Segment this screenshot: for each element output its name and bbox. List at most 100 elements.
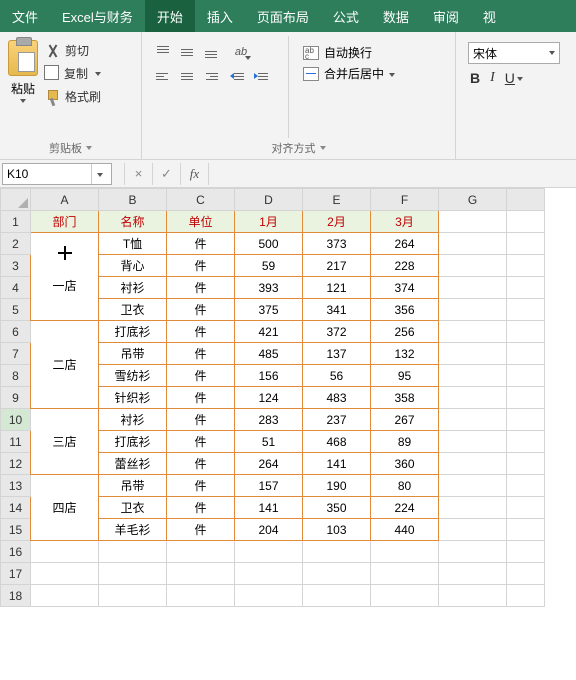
formula-enter-button[interactable]: ✓ [152,163,180,185]
data-cell[interactable]: 吊带 [99,475,167,497]
cell[interactable] [507,277,545,299]
table-header-cell[interactable]: 3月 [371,211,439,233]
cell[interactable] [439,409,507,431]
data-cell[interactable]: 264 [235,453,303,475]
data-cell[interactable]: 件 [167,343,235,365]
dialog-launcher-icon[interactable] [320,146,326,150]
data-cell[interactable]: 137 [303,343,371,365]
data-cell[interactable]: 421 [235,321,303,343]
cell[interactable] [507,519,545,541]
align-center-button[interactable] [176,66,198,86]
row-header[interactable]: 18 [1,585,31,607]
row-header[interactable]: 9 [1,387,31,409]
data-cell[interactable]: 121 [303,277,371,299]
decrease-indent-button[interactable] [230,66,252,86]
dept-cell[interactable]: 二店 [31,321,99,409]
cell[interactable] [507,409,545,431]
cell[interactable] [439,431,507,453]
cell[interactable] [303,541,371,563]
data-cell[interactable]: 95 [371,365,439,387]
cell[interactable] [31,563,99,585]
data-cell[interactable]: 吊带 [99,343,167,365]
data-cell[interactable]: 204 [235,519,303,541]
row-header[interactable]: 2 [1,233,31,255]
cell[interactable] [439,255,507,277]
cell[interactable] [167,541,235,563]
font-name-select[interactable]: 宋体 [468,42,560,64]
cell[interactable] [99,541,167,563]
cell[interactable] [507,233,545,255]
data-cell[interactable]: 件 [167,453,235,475]
row-header[interactable]: 8 [1,365,31,387]
cell[interactable] [507,541,545,563]
data-cell[interactable]: T恤 [99,233,167,255]
data-cell[interactable]: 264 [371,233,439,255]
data-cell[interactable]: 羊毛衫 [99,519,167,541]
table-header-cell[interactable]: 单位 [167,211,235,233]
align-right-button[interactable] [200,66,222,86]
cell[interactable] [235,563,303,585]
row-header[interactable]: 11 [1,431,31,453]
data-cell[interactable]: 375 [235,299,303,321]
data-cell[interactable]: 件 [167,409,235,431]
data-cell[interactable]: 267 [371,409,439,431]
data-cell[interactable]: 141 [235,497,303,519]
cell[interactable] [439,277,507,299]
row-header[interactable]: 13 [1,475,31,497]
row-header[interactable]: 5 [1,299,31,321]
cell[interactable] [371,585,439,607]
row-header[interactable]: 4 [1,277,31,299]
data-cell[interactable]: 打底衫 [99,321,167,343]
cell[interactable] [439,519,507,541]
table-header-cell[interactable]: 名称 [99,211,167,233]
data-cell[interactable]: 440 [371,519,439,541]
cell[interactable] [507,365,545,387]
data-cell[interactable]: 打底衫 [99,431,167,453]
data-cell[interactable]: 件 [167,387,235,409]
data-cell[interactable]: 124 [235,387,303,409]
data-cell[interactable]: 341 [303,299,371,321]
data-cell[interactable]: 雪纺衫 [99,365,167,387]
data-cell[interactable]: 59 [235,255,303,277]
data-cell[interactable]: 224 [371,497,439,519]
cell[interactable] [507,497,545,519]
data-cell[interactable]: 374 [371,277,439,299]
cell[interactable] [303,563,371,585]
italic-button[interactable]: I [490,70,495,86]
row-header[interactable]: 17 [1,563,31,585]
data-cell[interactable]: 468 [303,431,371,453]
data-cell[interactable]: 衬衫 [99,409,167,431]
data-cell[interactable]: 141 [303,453,371,475]
underline-button[interactable]: U [505,70,515,86]
cell[interactable] [439,343,507,365]
cell[interactable] [371,563,439,585]
data-cell[interactable]: 件 [167,475,235,497]
data-cell[interactable]: 件 [167,277,235,299]
dept-cell[interactable]: 一店 [31,233,99,321]
cell[interactable] [439,387,507,409]
cell[interactable] [507,255,545,277]
paste-button[interactable]: 粘贴 [6,36,40,138]
formula-input[interactable] [208,163,576,185]
cell[interactable] [507,343,545,365]
cell[interactable] [439,453,507,475]
data-cell[interactable]: 283 [235,409,303,431]
cell[interactable] [507,431,545,453]
data-cell[interactable]: 132 [371,343,439,365]
cell[interactable] [507,387,545,409]
orientation-button[interactable]: ab [230,42,252,62]
cell[interactable] [507,563,545,585]
data-cell[interactable]: 件 [167,365,235,387]
data-cell[interactable]: 485 [235,343,303,365]
align-middle-button[interactable] [176,42,198,62]
row-header[interactable]: 12 [1,453,31,475]
data-cell[interactable]: 蕾丝衫 [99,453,167,475]
merge-center-button[interactable]: 合并后居中 [303,65,395,82]
cell[interactable] [371,541,439,563]
data-cell[interactable]: 80 [371,475,439,497]
data-cell[interactable]: 针织衫 [99,387,167,409]
select-all-corner[interactable] [1,189,31,211]
cell[interactable] [235,585,303,607]
data-cell[interactable]: 393 [235,277,303,299]
data-cell[interactable]: 156 [235,365,303,387]
